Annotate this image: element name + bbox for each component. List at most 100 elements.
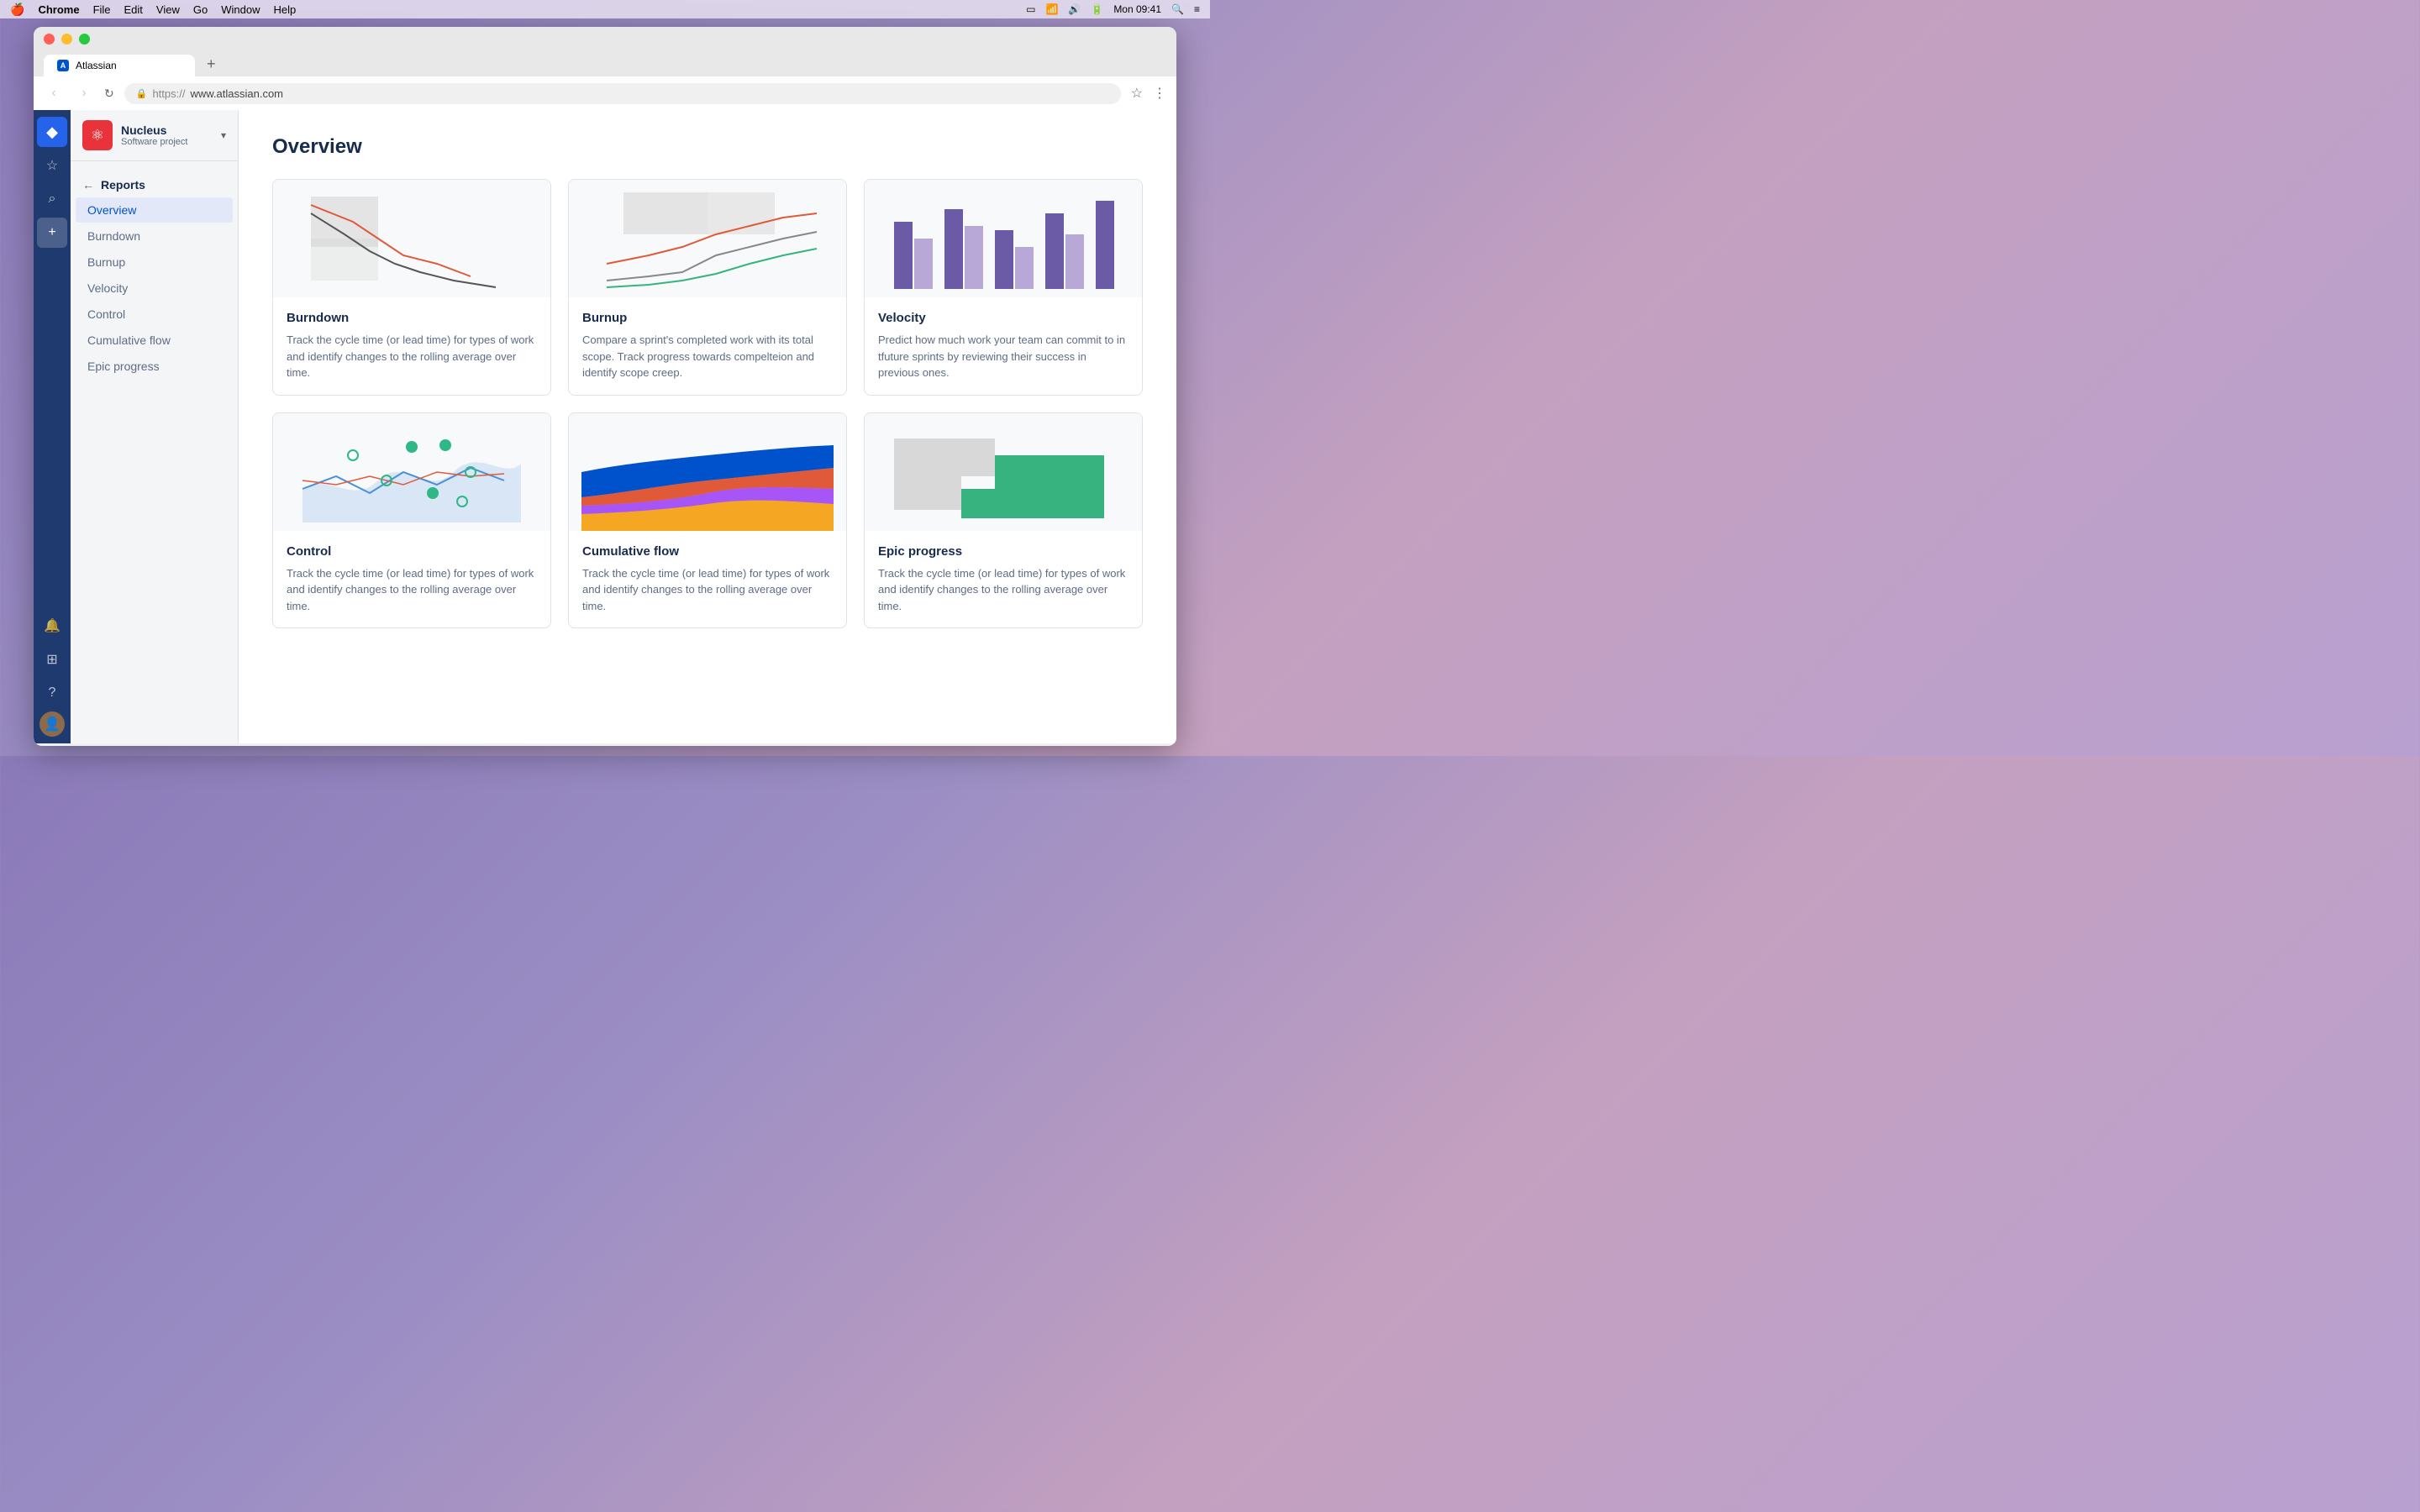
page-title: Overview <box>272 135 1143 159</box>
burnup-card-body: Burnup Compare a sprint's completed work… <box>569 297 846 395</box>
lock-icon: 🔒 <box>136 88 148 99</box>
rail-search-icon[interactable]: ⌕ <box>37 184 67 214</box>
menu-help[interactable]: Help <box>273 3 296 16</box>
rail-help-icon[interactable]: ? <box>37 678 67 708</box>
close-button[interactable] <box>44 34 55 45</box>
rail-home-icon[interactable]: ◆ <box>37 117 67 147</box>
search-menubar-icon[interactable]: 🔍 <box>1171 3 1184 15</box>
burndown-desc: Track the cycle time (or lead time) for … <box>287 332 537 381</box>
bookmark-icon[interactable]: ☆ <box>1131 85 1143 102</box>
burnup-desc: Compare a sprint's completed work with i… <box>582 332 833 381</box>
url-protocol: https:// <box>152 87 185 100</box>
traffic-lights <box>44 34 1166 45</box>
sidebar: ⚛ Nucleus Software project ▾ ← Reports O… <box>71 110 239 743</box>
minimize-button[interactable] <box>61 34 72 45</box>
battery-icon: 🔋 <box>1091 3 1103 15</box>
epic-chart <box>865 413 1142 531</box>
sidebar-item-burndown[interactable]: Burndown <box>76 223 233 249</box>
control-chart <box>273 413 550 531</box>
atlassian-favicon: A <box>57 60 69 71</box>
burndown-chart <box>273 180 550 297</box>
menu-bar: 🍎 Chrome File Edit View Go Window Help ▭… <box>0 0 1210 18</box>
velocity-desc: Predict how much work your team can comm… <box>878 332 1128 381</box>
velocity-title: Velocity <box>878 311 1128 325</box>
menu-bar-left: 🍎 Chrome File Edit View Go Window Help <box>10 3 296 17</box>
sidebar-item-control[interactable]: Control <box>76 302 233 327</box>
apple-logo-icon[interactable]: 🍎 <box>10 3 24 17</box>
address-bar: ‹ › ↻ 🔒 https:// www.atlassian.com ☆ ⋮ <box>34 76 1176 110</box>
control-center-icon[interactable]: ≡ <box>1194 3 1200 15</box>
menu-view[interactable]: View <box>156 3 180 16</box>
velocity-card[interactable]: Velocity Predict how much work your team… <box>864 179 1143 396</box>
refresh-button[interactable]: ↻ <box>104 87 114 101</box>
cumulative-flow-title: Cumulative flow <box>582 544 833 559</box>
tab-bar: A Atlassian + <box>44 51 1166 76</box>
rail-bell-icon[interactable]: 🔔 <box>37 611 67 641</box>
volume-icon: 🔊 <box>1068 3 1081 15</box>
burnup-title: Burnup <box>582 311 833 325</box>
sidebar-item-burnup[interactable]: Burnup <box>76 249 233 275</box>
rail-grid-icon[interactable]: ⊞ <box>37 644 67 675</box>
active-tab[interactable]: A Atlassian <box>44 55 195 76</box>
burndown-card-body: Burndown Track the cycle time (or lead t… <box>273 297 550 395</box>
more-options-icon[interactable]: ⋮ <box>1153 85 1166 102</box>
tab-title: Atlassian <box>76 60 117 71</box>
back-arrow-icon: ← <box>82 178 94 192</box>
url-bar[interactable]: 🔒 https:// www.atlassian.com <box>124 83 1121 104</box>
epic-progress-desc: Track the cycle time (or lead time) for … <box>878 565 1128 615</box>
burndown-card[interactable]: Burndown Track the cycle time (or lead t… <box>272 179 551 396</box>
control-desc: Track the cycle time (or lead time) for … <box>287 565 537 615</box>
browser-chrome: A Atlassian + <box>34 27 1176 76</box>
sidebar-item-velocity[interactable]: Velocity <box>76 276 233 301</box>
project-name: Nucleus <box>121 123 213 137</box>
burnup-chart <box>569 180 846 297</box>
rail-plus-icon[interactable]: + <box>37 218 67 248</box>
velocity-card-body: Velocity Predict how much work your team… <box>865 297 1142 395</box>
cumulative-flow-card[interactable]: Cumulative flow Track the cycle time (or… <box>568 412 847 629</box>
sidebar-item-cumulative-flow[interactable]: Cumulative flow <box>76 328 233 353</box>
sidebar-item-epic-progress[interactable]: Epic progress <box>76 354 233 379</box>
cards-grid: Burndown Track the cycle time (or lead t… <box>272 179 1143 628</box>
menu-window[interactable]: Window <box>221 3 260 16</box>
wifi-icon: 📶 <box>1045 3 1058 15</box>
control-card-body: Control Track the cycle time (or lead ti… <box>273 531 550 628</box>
menu-file[interactable]: File <box>93 3 111 16</box>
sidebar-back-label: Reports <box>101 178 145 192</box>
main-content: Overview <box>239 110 1176 743</box>
project-info: Nucleus Software project <box>121 123 213 147</box>
velocity-chart <box>865 180 1142 297</box>
rail-star-icon[interactable]: ☆ <box>37 150 67 181</box>
epic-progress-title: Epic progress <box>878 544 1128 559</box>
project-type: Software project <box>121 137 213 147</box>
sidebar-back-button[interactable]: ← Reports <box>71 173 238 197</box>
cumulative-flow-card-body: Cumulative flow Track the cycle time (or… <box>569 531 846 628</box>
control-title: Control <box>287 544 537 559</box>
sidebar-section: ← Reports Overview Burndown Burnup Veloc… <box>71 161 238 386</box>
menu-chrome[interactable]: Chrome <box>38 3 79 16</box>
new-tab-button[interactable]: + <box>198 51 224 76</box>
maximize-button[interactable] <box>79 34 90 45</box>
project-menu-chevron[interactable]: ▾ <box>221 129 226 141</box>
cumulative-chart <box>569 413 846 531</box>
epic-progress-card-body: Epic progress Track the cycle time (or l… <box>865 531 1142 628</box>
sidebar-item-overview[interactable]: Overview <box>76 197 233 223</box>
user-avatar[interactable]: 👤 <box>39 711 65 737</box>
menu-edit[interactable]: Edit <box>124 3 143 16</box>
clock: Mon 09:41 <box>1113 3 1161 15</box>
project-header: ⚛ Nucleus Software project ▾ <box>71 110 238 161</box>
icon-rail: ◆ ☆ ⌕ + 🔔 ⊞ ? 👤 <box>34 110 71 743</box>
app-layout: ◆ ☆ ⌕ + 🔔 ⊞ ? 👤 ⚛ Nucleus Software proje… <box>34 110 1176 743</box>
burnup-card[interactable]: Burnup Compare a sprint's completed work… <box>568 179 847 396</box>
menu-go[interactable]: Go <box>193 3 208 16</box>
url-host: www.atlassian.com <box>190 87 283 100</box>
project-icon: ⚛ <box>82 120 113 150</box>
airplay-icon: ▭ <box>1026 3 1035 15</box>
epic-progress-card[interactable]: Epic progress Track the cycle time (or l… <box>864 412 1143 629</box>
menu-bar-right: ▭ 📶 🔊 🔋 Mon 09:41 🔍 ≡ <box>1026 3 1200 15</box>
browser-window: A Atlassian + ‹ › ↻ 🔒 https:// www.atlas… <box>34 27 1176 746</box>
burndown-title: Burndown <box>287 311 537 325</box>
cumulative-flow-desc: Track the cycle time (or lead time) for … <box>582 565 833 615</box>
control-card[interactable]: Control Track the cycle time (or lead ti… <box>272 412 551 629</box>
back-nav-button[interactable]: ‹ <box>44 86 64 101</box>
forward-nav-button[interactable]: › <box>74 86 94 101</box>
